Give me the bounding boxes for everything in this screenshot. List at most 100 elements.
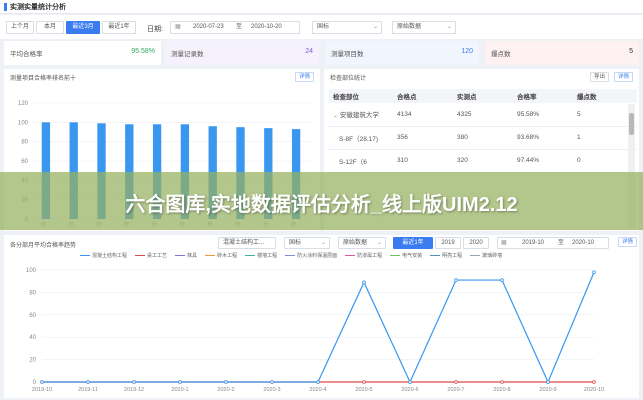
table-cell: 4325 [453, 103, 513, 127]
legend-item[interactable]: 楼墙工程 [245, 252, 277, 259]
trend-country-select[interactable]: 国标 ⌄ [284, 237, 330, 249]
category-select[interactable]: 混凝土结构工... [218, 237, 276, 249]
legend-item[interactable]: 桌工工艺 [135, 252, 167, 259]
col-header: 合格率 [513, 89, 573, 103]
legend-swatch-icon [135, 255, 146, 257]
legend-item[interactable]: 防渗属工程 [345, 252, 382, 259]
legend-label: 砖木工程 [217, 253, 238, 259]
trend-last-year-button[interactable]: 最近1年 [393, 237, 433, 249]
data-point [224, 380, 228, 384]
trend-data-source-select[interactable]: 原始数据 ⌄ [338, 237, 386, 249]
data-source-select[interactable]: 原始数据 ⌄ [392, 21, 456, 34]
trend-country-value: 国标 [289, 240, 302, 246]
stat-card-burst-points: 爆点数 5 [485, 41, 639, 65]
x-tick-label: 2020-4 [309, 387, 326, 393]
legend-swatch-icon [205, 255, 216, 257]
table-cell: 93.68% [513, 126, 573, 150]
stat-label: 爆点数 [491, 51, 511, 58]
y-tick-label: 100 [18, 120, 29, 126]
legend-label: 玻璃砖墙 [482, 253, 503, 259]
table-row[interactable]: ⌄ 安徽建筑大学 4134 4325 95.58% 5 [329, 103, 637, 127]
table-cell-location: S-12F（6 [329, 149, 393, 173]
period-last-month-button[interactable]: 上个月 [6, 21, 34, 34]
table-panel-title: 检查部位统计 [330, 76, 367, 82]
x-tick-label: 2019-10 [32, 387, 52, 393]
month-separator: 至 [558, 240, 565, 246]
location-name: 安徽建筑大学 [339, 112, 379, 120]
legend-swatch-icon [80, 255, 90, 257]
period-this-month-button[interactable]: 本月 [36, 21, 64, 34]
year-2019-button[interactable]: 2019 [435, 237, 461, 249]
date-separator: 至 [236, 24, 243, 30]
data-point [86, 380, 90, 384]
data-point [40, 380, 44, 384]
period-last-year-button[interactable]: 最近1年 [102, 21, 136, 34]
y-tick-label: 20 [29, 358, 36, 364]
legend-swatch-icon [285, 255, 296, 257]
data-point [362, 280, 366, 285]
table-cell-location: S-8F（28.17) [329, 126, 393, 150]
calendar-icon: ▦ [501, 240, 507, 246]
x-tick-label: 2020-2 [217, 387, 234, 393]
data-point [132, 380, 136, 384]
date-range-input[interactable]: ▦ 2020-07-23 至 2020-10-20 [170, 21, 300, 34]
data-point [454, 380, 458, 384]
x-tick-label: 2020-8 [493, 387, 510, 393]
title-accent [4, 3, 7, 11]
legend-item[interactable]: 玻璃砖墙 [470, 252, 502, 259]
data-point [592, 380, 596, 384]
table-row[interactable]: S-8F（28.17) 356 380 93.68% 1 [329, 126, 637, 150]
legend-item[interactable]: 抹具 [175, 252, 197, 259]
y-tick-label: 60 [29, 313, 36, 319]
trend-line-chart: 0 20 40 60 80 100 2019-10 2019-11 2019-12 2020-1 2… [26, 268, 604, 393]
legend-label: 电气安装 [402, 253, 423, 259]
legend-item[interactable]: 防火涂料保温层面 [285, 252, 337, 259]
data-point [362, 380, 366, 384]
trend-detail-button[interactable]: 详情 [618, 237, 638, 247]
x-tick-label: 2020-1 [171, 387, 188, 393]
data-point [592, 270, 596, 275]
table-cell: 95.58% [513, 103, 573, 127]
chevron-down-icon: ⌄ [372, 24, 378, 30]
end-date: 2020-10-20 [251, 24, 282, 30]
table-scrollbar-thumb[interactable] [629, 113, 634, 135]
legend-swatch-icon [390, 255, 401, 257]
legend-item[interactable]: 混凝土结构工程 [80, 252, 127, 259]
x-tick-label: 2020-3 [263, 387, 280, 393]
export-button[interactable]: 导出 [589, 72, 609, 82]
data-point [500, 380, 504, 384]
table-cell-location: ⌄ 安徽建筑大学 [329, 103, 393, 127]
year-2020-button[interactable]: 2020 [463, 237, 489, 249]
data-point [546, 380, 550, 384]
trend-legend: 混凝土结构工程 桌工工艺 抹具 砖木工程 楼墙工程 防火涂料保温层面 防渗属工程 电气安装 明亮… [80, 252, 510, 260]
x-tick-label: 2020-9 [539, 387, 556, 393]
stat-value: 24 [305, 48, 313, 55]
table-row[interactable]: S-12F（6 310 320 97.44% 0 [329, 149, 637, 173]
country-select[interactable]: 国标 ⌄ [312, 21, 382, 34]
month-range-input[interactable]: ▦ 2019-10 至 2020-10 [497, 237, 609, 249]
legend-swatch-icon [430, 255, 441, 257]
legend-item[interactable]: 明亮工程 [430, 252, 462, 259]
table-cell: 310 [393, 149, 453, 173]
chevron-down-icon: ⌄ [320, 240, 326, 246]
legend-item[interactable]: 电气安装 [390, 252, 422, 259]
watermark-banner: 六合图库,实地数据评估分析_线上版UIM2.12 [0, 172, 643, 230]
x-tick-label: 2020-10 [584, 387, 604, 393]
x-tick-label: 2020-7 [447, 387, 464, 393]
period-last-3-months-button[interactable]: 最近3月 [66, 21, 100, 34]
page-title: 实测实量统计分析 [10, 4, 66, 11]
data-point [316, 380, 320, 384]
legend-swatch-icon [245, 255, 256, 257]
stat-value: 120 [461, 48, 473, 55]
stat-label: 测量记录数 [171, 51, 204, 58]
table-cell: 380 [453, 126, 513, 150]
location-table: 检查部位 合格点 实测点 合格率 爆点数 ⌄ 安徽建筑大学 4134 4325 … [329, 89, 637, 173]
table-detail-button[interactable]: 详情 [613, 72, 633, 82]
legend-item[interactable]: 砖木工程 [205, 252, 237, 259]
legend-label: 楼墙工程 [257, 253, 278, 259]
trend-data-source-value: 原始数据 [343, 240, 368, 246]
y-tick-label: 100 [26, 268, 37, 274]
chevron-down-icon[interactable]: ⌄ [333, 113, 338, 119]
data-point [178, 380, 182, 384]
calendar-icon: ▦ [175, 24, 181, 30]
